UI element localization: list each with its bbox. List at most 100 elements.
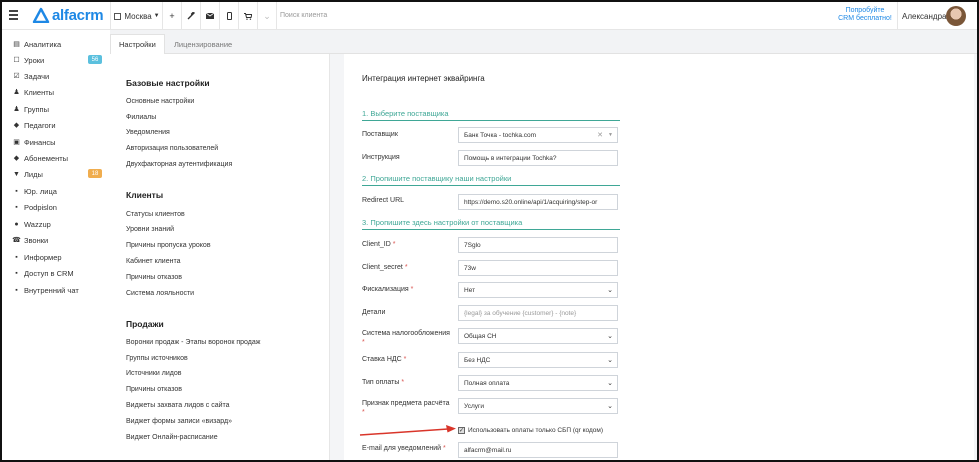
details-input[interactable]: {legal} за обучение {customer} - {note} bbox=[458, 305, 618, 321]
message-icon: ▪ bbox=[15, 286, 18, 294]
menu-link[interactable]: Причины пропуска уроков bbox=[126, 242, 211, 249]
phone-icon[interactable] bbox=[220, 2, 238, 30]
lessons-count-badge: 56 bbox=[88, 55, 102, 64]
menu-link[interactable]: Уровни знаний bbox=[126, 226, 174, 233]
menu-link[interactable]: Авторизация пользователей bbox=[126, 145, 218, 152]
tax-value: Общая СН bbox=[464, 332, 497, 340]
subject-select[interactable]: Услуги ⌄ bbox=[458, 398, 618, 414]
chevron-down-icon: ⌄ bbox=[607, 333, 613, 340]
sidebar-item-finance[interactable]: ▣ Финансы bbox=[12, 135, 106, 149]
document-icon: ▪ bbox=[15, 203, 18, 211]
email-label: E-mail для уведомлений * bbox=[362, 444, 452, 453]
chevron-down-icon[interactable]: ⌄ bbox=[258, 2, 276, 30]
sidebar-item-calls[interactable]: ☎ Звонки bbox=[12, 233, 106, 247]
cart-icon[interactable] bbox=[239, 2, 257, 30]
divider bbox=[276, 2, 277, 30]
menu-link[interactable]: Кабинет клиента bbox=[126, 258, 180, 265]
menu-icon[interactable] bbox=[9, 10, 18, 20]
wrench-icon[interactable] bbox=[182, 2, 200, 30]
required-mark: * bbox=[403, 356, 407, 363]
sidebar-item-analytics[interactable]: ▤ Аналитика bbox=[12, 37, 106, 51]
menu-section-title: Базовые настройки bbox=[126, 78, 210, 88]
sidebar-item-informer[interactable]: ▪ Информер bbox=[12, 250, 106, 264]
menu-link[interactable]: Уведомления bbox=[126, 129, 170, 136]
required-mark: * bbox=[404, 264, 408, 271]
menu-link[interactable]: Система лояльности bbox=[126, 290, 194, 297]
sidebar-item-groups[interactable]: ♟ Группы bbox=[12, 102, 106, 116]
sidebar-item-wazzup[interactable]: ● Wazzup bbox=[12, 217, 106, 231]
vat-value: Без НДС bbox=[464, 356, 491, 364]
redirect-url-label: Redirect URL bbox=[362, 197, 405, 204]
tab-licensing[interactable]: Лицензирование bbox=[166, 34, 240, 54]
redirect-url-field[interactable]: https://demo.s20.online/api/1/acquiring/… bbox=[458, 194, 618, 210]
tax-system-label: Система налогообложения * bbox=[362, 329, 452, 347]
sbp-only-label: Использовать оплаты только СБП (qr кодом… bbox=[468, 427, 604, 434]
sbp-only-option[interactable]: ✓ Использовать оплаты только СБП (qr код… bbox=[458, 427, 603, 434]
client-secret-input[interactable]: 73w bbox=[458, 260, 618, 276]
clear-icon[interactable]: ✕ bbox=[597, 131, 603, 139]
menu-link[interactable]: Двухфакторная аутентификация bbox=[126, 161, 232, 168]
menu-link[interactable]: Группы источников bbox=[126, 355, 188, 362]
graduation-icon: ◆ bbox=[13, 122, 20, 129]
client-id-input[interactable]: 7Sglo bbox=[458, 237, 618, 253]
menu-link[interactable]: Статусы клиентов bbox=[126, 211, 185, 218]
city-label: Москва bbox=[124, 11, 152, 21]
tax-system-select[interactable]: Общая СН ⌄ bbox=[458, 328, 618, 344]
city-selector[interactable]: Москва ▼ bbox=[114, 2, 160, 30]
sidebar-item-label: Звонки bbox=[24, 235, 49, 245]
sidebar-item-teachers[interactable]: ◆ Педагоги bbox=[12, 118, 106, 132]
email-input[interactable]: alfacrm@mail.ru bbox=[458, 442, 618, 458]
sidebar-item-label: Podpislon bbox=[24, 202, 57, 212]
sidebar-item-label: Лиды bbox=[24, 169, 43, 179]
menu-link[interactable]: Причины отказов bbox=[126, 274, 182, 281]
lock-icon: ▪ bbox=[15, 269, 18, 277]
provider-select[interactable]: Банк Точка - tochka.com ✕ ▼ bbox=[458, 127, 618, 143]
sidebar-item-clients[interactable]: ♟ Клиенты bbox=[12, 85, 106, 99]
free-trial-link[interactable]: Попробуйте CRM бесплатно! bbox=[835, 7, 895, 23]
sidebar-item-label: Внутренний чат bbox=[24, 285, 79, 295]
sidebar-item-label: Доступ в CRM bbox=[24, 268, 74, 278]
payment-type-select[interactable]: Полная оплата ⌄ bbox=[458, 375, 618, 391]
sidebar-item-internal-chat[interactable]: ▪ Внутренний чат bbox=[12, 283, 106, 297]
sbp-only-checkbox[interactable]: ✓ bbox=[458, 427, 465, 434]
avatar[interactable] bbox=[946, 6, 966, 26]
sidebar-item-podpislon[interactable]: ▪ Podpislon bbox=[12, 200, 106, 214]
leads-count-badge: 18 bbox=[88, 169, 102, 178]
brand-name: alfacrm bbox=[52, 6, 104, 24]
fiscal-select[interactable]: Нет ⌄ bbox=[458, 282, 618, 298]
sidebar-item-subscriptions[interactable]: ◆ Абонементы bbox=[12, 151, 106, 165]
sidebar-item-crm-access[interactable]: ▪ Доступ в CRM bbox=[12, 266, 106, 280]
brand-logo[interactable]: alfacrm bbox=[32, 6, 104, 24]
tab-settings[interactable]: Настройки bbox=[110, 34, 165, 54]
phone-icon: ☎ bbox=[12, 237, 21, 244]
mail-icon[interactable] bbox=[201, 2, 219, 30]
menu-link[interactable]: Основные настройки bbox=[126, 98, 194, 105]
sidebar-item-leads[interactable]: ▼ Лиды 18 bbox=[12, 167, 106, 181]
instruction-link[interactable]: Помощь в интеграции Tochka? bbox=[458, 150, 618, 166]
analytics-icon: ▤ bbox=[13, 41, 20, 48]
required-mark: * bbox=[392, 241, 396, 248]
section-our-settings: 2. Пропишите поставщику наши настройки bbox=[362, 174, 620, 186]
tasks-icon: ☑ bbox=[13, 73, 20, 80]
label-text: Система налогообложения bbox=[362, 330, 450, 337]
plus-icon[interactable]: + bbox=[163, 2, 181, 30]
sidebar-item-lessons[interactable]: ☐ Уроки 56 bbox=[12, 53, 106, 67]
menu-link[interactable]: Виджет формы записи «визард» bbox=[126, 418, 232, 425]
menu-link[interactable]: Виджет Онлайн-расписание bbox=[126, 434, 218, 441]
informer-icon: ▪ bbox=[15, 253, 18, 261]
sidebar-item-label: Клиенты bbox=[24, 87, 55, 97]
promo-line-1: Попробуйте bbox=[845, 7, 885, 14]
chevron-down-icon: ⌄ bbox=[607, 403, 613, 410]
search-input[interactable]: Поиск клиента bbox=[280, 12, 327, 19]
menu-link[interactable]: Воронки продаж - Этапы воронок продаж bbox=[126, 339, 260, 346]
vat-select[interactable]: Без НДС ⌄ bbox=[458, 352, 618, 368]
menu-link[interactable]: Причины отказов bbox=[126, 386, 182, 393]
menu-link[interactable]: Виджеты захвата лидов с сайта bbox=[126, 402, 230, 409]
menu-link[interactable]: Филиалы bbox=[126, 114, 156, 121]
label-text: Фискализация bbox=[362, 286, 409, 293]
sidebar-item-legal-entities[interactable]: ▪ Юр. лица bbox=[12, 184, 106, 198]
sidebar-item-tasks[interactable]: ☑ Задачи bbox=[12, 69, 106, 83]
menu-link[interactable]: Источники лидов bbox=[126, 370, 181, 377]
user-name[interactable]: Александра bbox=[902, 12, 946, 21]
sidebar-item-label: Аналитика bbox=[24, 39, 62, 49]
